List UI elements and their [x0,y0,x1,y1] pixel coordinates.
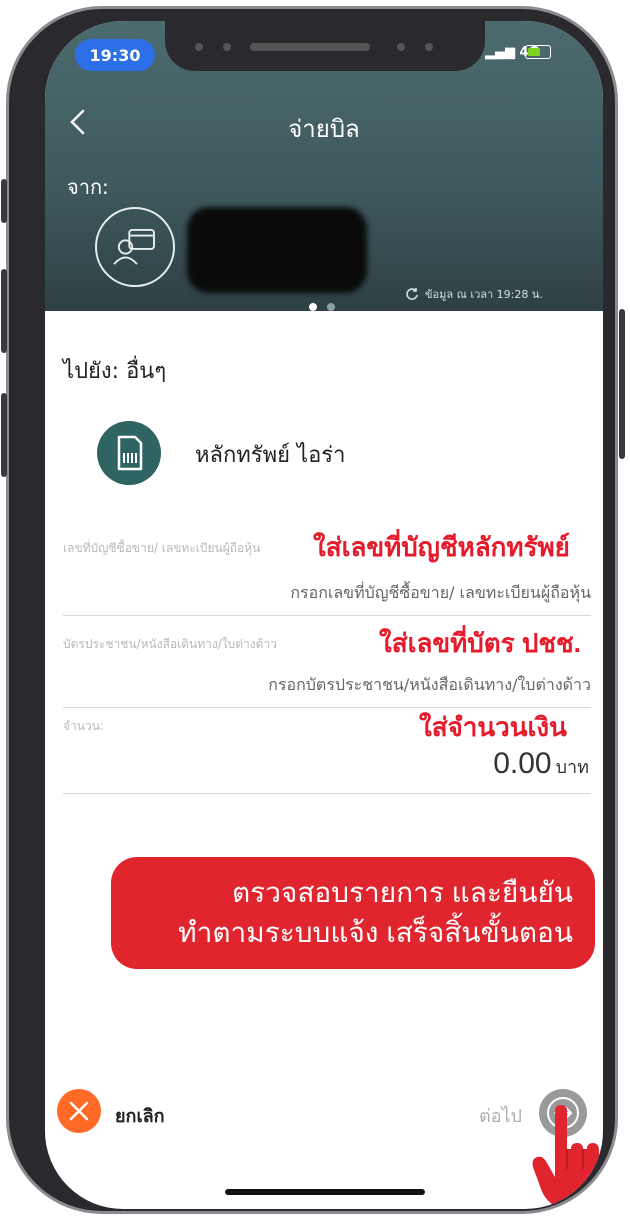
status-time: 19:30 [75,39,155,71]
next-label[interactable]: ต่อไป [479,1101,522,1130]
page-title: จ่ายบิล [288,116,360,143]
account-header: 19:30 ▂▄▆ 4G จ่ายบิล จาก: [45,21,603,311]
id-card-label: บัตรประชาชน/หนังสือเดินทาง/ใบต่างด้าว [63,637,277,651]
volume-up-button [1,269,7,353]
page-indicator-active [309,303,317,311]
amount-value: 0.00 [493,747,552,780]
page-indicator-inactive [327,303,335,311]
cancel-button[interactable] [57,1089,101,1133]
account-info-redacted [187,207,367,293]
mute-switch [1,179,7,223]
id-card-annotation: ใส่เลขที่บัตร ปชช. [379,628,581,658]
biller-name: หลักทรัพย์ ไอร่า [195,443,346,468]
volume-down-button [1,393,7,477]
account-number-label: เลขที่บัญชีซื้อขาย/ เลขทะเบียนผู้ถือหุ้น [63,541,261,555]
cancel-label[interactable]: ยกเลิก [115,1101,165,1130]
phone-frame: 19:30 ▂▄▆ 4G จ่ายบิล จาก: [1,6,625,1214]
account-card-icon [95,207,175,287]
from-label: จาก: [67,175,109,199]
battery-icon [525,45,551,59]
callout-line-1: ตรวจสอบรายการ และยืนยัน [231,877,573,908]
home-indicator [225,1189,425,1195]
amount-label: จำนวน: [63,719,104,733]
divider [63,793,591,794]
bill-document-icon [97,421,161,485]
notch [165,21,485,71]
callout-line-2: ทำตามระบบแจ้ง เสร็จสิ้นขั้นตอน [178,917,573,948]
power-button [619,309,625,459]
screen: 19:30 ▂▄▆ 4G จ่ายบิล จาก: [45,21,603,1209]
id-card-input[interactable]: กรอกบัตรประชาชน/หนังสือเดินทาง/ใบต่างด้า… [268,673,591,698]
close-icon [69,1101,89,1121]
amount-unit: บาท [555,757,589,777]
account-number-annotation: ใส่เลขที่บัญชีหลักทรัพย์ [313,532,570,562]
to-label: ไปยัง: อื่นๆ [63,359,167,384]
updated-timestamp: ข้อมูล ณ เวลา 19:28 น. [425,288,543,301]
divider [63,615,591,616]
instruction-callout: ตรวจสอบรายการ และยืนยัน ทำตามระบบแจ้ง เส… [111,857,595,969]
account-number-input[interactable]: กรอกเลขที่บัญชีซื้อขาย/ เลขทะเบียนผู้ถือ… [290,581,591,606]
refresh-icon[interactable] [405,287,419,301]
amount-input[interactable]: 0.00 บาท [493,747,589,781]
pointing-hand-icon [532,1105,599,1209]
amount-annotation: ใส่จำนวนเงิน [419,712,567,742]
